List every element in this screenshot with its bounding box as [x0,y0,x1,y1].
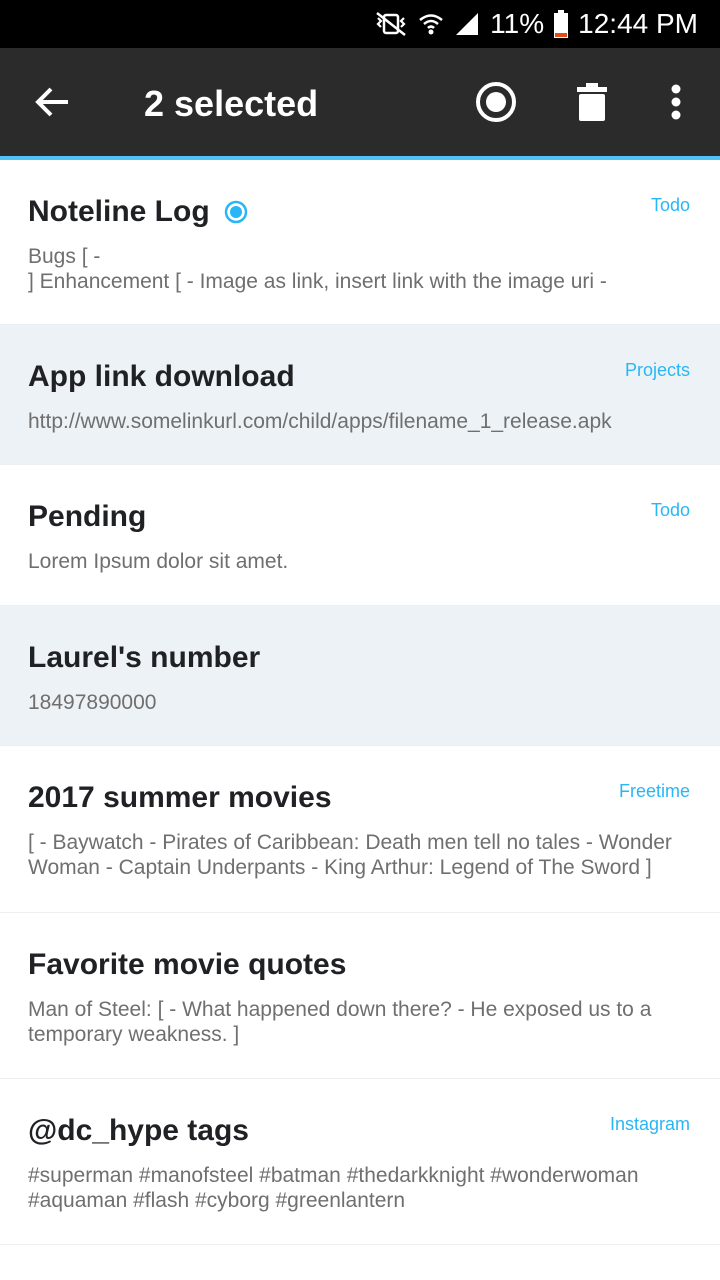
note-snippet: http://www.somelinkurl.com/child/apps/fi… [28,410,612,433]
note-item-noteline-log[interactable]: Noteline Log Todo Bugs [ - ] Enhancement… [0,160,720,325]
vibrate-mute-icon [376,12,406,36]
note-tag: Instagram [609,1114,690,1134]
note-snippet: Man of Steel: [ - What happened down the… [28,998,652,1046]
delete-icon [577,83,607,121]
battery-percent: 11% [490,8,545,39]
status-icons: 11% 12:44 PM [374,0,698,48]
status-time: 12:44 PM [578,8,698,39]
selection-count-title: 2 selected [144,83,319,124]
delete-button[interactable] [566,76,618,128]
note-tag: Freetime [618,781,690,801]
note-title: Noteline Log [28,194,692,230]
note-item-app-link-download[interactable]: App link download Projects http://www.so… [0,325,720,465]
note-item-pending[interactable]: Pending Todo Lorem Ipsum dolor sit amet. [0,465,720,606]
note-title: App link download [28,360,295,393]
note-item-movie-quotes[interactable]: Favorite movie quotes Man of Steel: [ - … [0,913,720,1079]
app-bar: 2 selected [0,48,720,156]
more-options-button[interactable] [650,76,702,128]
battery-icon [554,10,569,38]
note-title: Pending [28,500,147,533]
note-tag: Todo [650,500,690,520]
back-button[interactable] [28,78,76,126]
note-title: Favorite movie quotes [28,948,347,981]
select-all-button[interactable] [470,76,522,128]
select-circle-icon [476,82,516,122]
notes-list: Noteline Log Todo Bugs [ - ] Enhancement… [0,160,720,1280]
note-snippet: 18497890000 [28,691,157,714]
note-title: @dc_hype tags [28,1114,249,1147]
signal-icon [456,13,479,35]
more-vert-icon [671,84,681,120]
note-snippet: #superman #manofsteel #batman #thedarkkn… [28,1164,639,1212]
status-bar: 11% 12:44 PM [0,0,720,48]
back-arrow-icon [35,87,68,117]
note-title: 2017 summer movies [28,781,332,814]
note-item-laurels-number[interactable]: Laurel's number 18497890000 [0,606,720,746]
note-tag: Todo [650,195,690,215]
note-item-summer-movies[interactable]: 2017 summer movies Freetime [ - Baywatch… [0,746,720,913]
note-snippet: Bugs [ - ] Enhancement [ - Image as link… [28,245,607,293]
note-title: Laurel's number [28,641,261,674]
selected-dot-icon [224,200,247,224]
note-snippet: Lorem Ipsum dolor sit amet. [28,550,289,573]
note-snippet: [ - Baywatch - Pirates of Caribbean: Dea… [28,831,672,879]
note-tag: Projects [624,360,690,380]
note-title-text: Noteline Log [28,195,210,228]
wifi-icon [419,14,443,35]
note-item-dc-hype-tags[interactable]: @dc_hype tags Instagram #superman #manof… [0,1079,720,1245]
